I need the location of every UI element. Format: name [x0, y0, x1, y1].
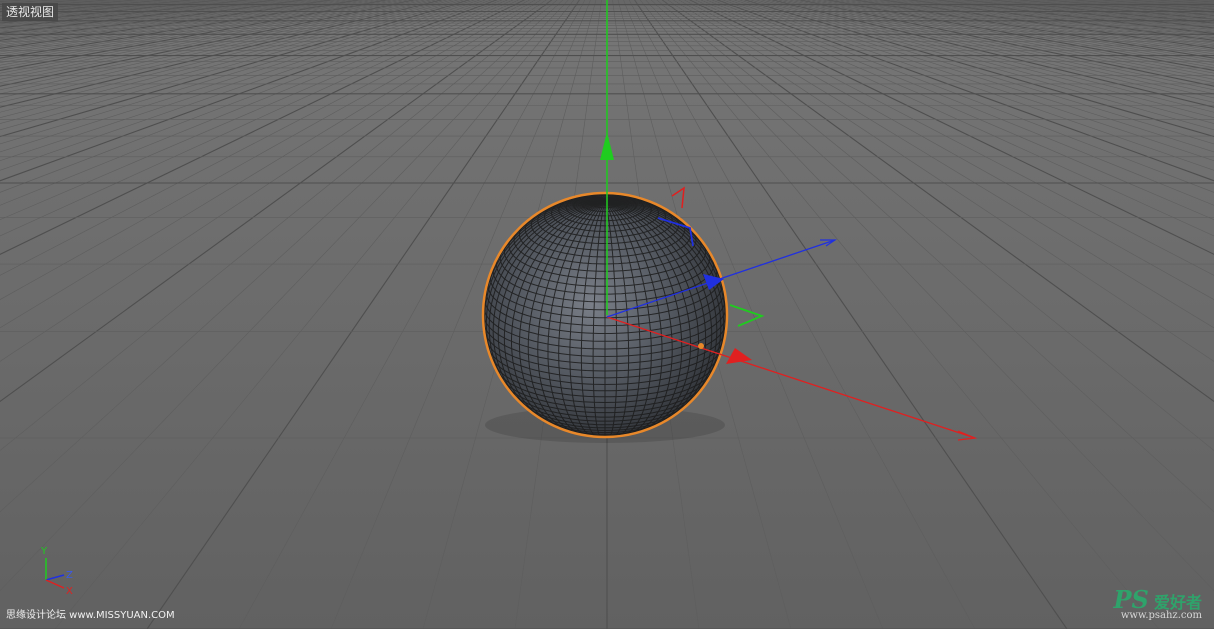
axis-indicator: Y Z X	[40, 546, 73, 597]
axis-indicator-z-label: Z	[66, 570, 73, 581]
perspective-viewport[interactable]: Y Z X 透视视图 思缘设计论坛 www.MISSYUAN.COM PS 爱好…	[0, 0, 1214, 629]
watermark-left: 思缘设计论坛 www.MISSYUAN.COM	[6, 610, 175, 621]
gizmo-center-dot	[698, 343, 704, 349]
axis-indicator-x-label: X	[66, 586, 73, 597]
plane-handle-xy	[729, 304, 765, 327]
x-axis-arrow	[726, 348, 752, 364]
plane-handle-xz	[671, 186, 685, 209]
viewport-scene[interactable]: Y Z X	[0, 0, 1214, 629]
viewport-title[interactable]: 透视视图	[2, 3, 59, 21]
watermark-url: www.psahz.com	[1120, 610, 1202, 621]
watermark-right: PS 爱好者 www.psahz.com	[1114, 585, 1203, 621]
axis-indicator-y-label: Y	[40, 546, 48, 557]
